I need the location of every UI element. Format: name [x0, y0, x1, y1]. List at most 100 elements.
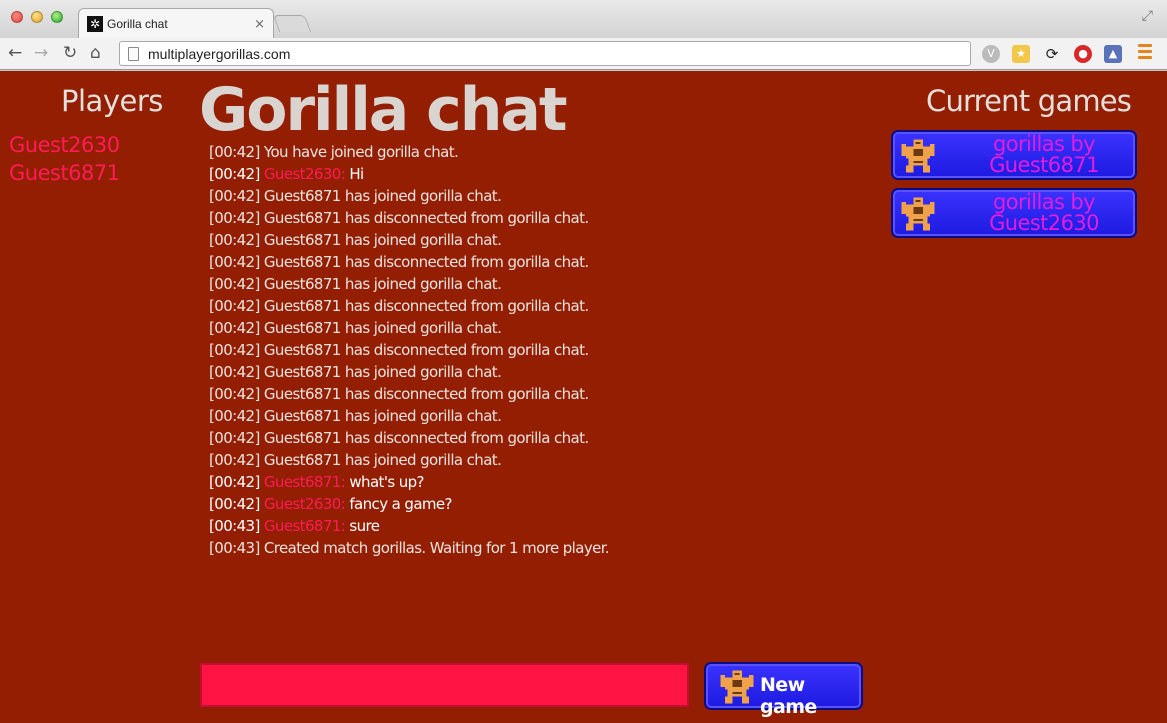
message-author: Guest2630: [263, 495, 346, 513]
message-text: Guest6871 has joined gorilla chat. [263, 363, 502, 381]
game-button[interactable]: gorillas by Guest2630 [891, 188, 1137, 238]
page-content: Players Guest2630 Guest6871 Gorilla chat … [0, 71, 1167, 723]
player-item[interactable]: Guest2630 [9, 131, 120, 159]
message-author: Guest6871: [263, 517, 346, 535]
message-text: Guest6871 has disconnected from gorilla … [263, 385, 589, 403]
reload-icon[interactable]: ↻ [63, 42, 77, 64]
chat-message: [00:42] Guest6871 has joined gorilla cha… [209, 449, 609, 471]
message-text: Guest6871 has disconnected from gorilla … [263, 341, 589, 359]
message-timestamp: [00:43] [209, 539, 260, 557]
message-text: Guest6871 has joined gorilla chat. [263, 187, 502, 205]
chat-message: [00:43] Created match gorillas. Waiting … [209, 537, 610, 559]
chat-message: [00:42] Guest6871 has disconnected from … [209, 339, 609, 361]
gorilla-icon [901, 197, 935, 231]
message-timestamp: [00:42] [209, 363, 260, 381]
extension-picture-icon[interactable]: ▲ [1104, 45, 1122, 63]
zoom-window-button[interactable] [51, 11, 63, 23]
extension-sync-icon[interactable]: ⟳ [1043, 45, 1061, 63]
chat-message: [00:42] Guest6871 has joined gorilla cha… [209, 229, 609, 251]
message-timestamp: [00:42] [209, 165, 260, 183]
message-timestamp: [00:42] [209, 473, 260, 491]
message-text: fancy a game? [349, 495, 452, 513]
chat-message: [00:42] Guest6871 has disconnected from … [209, 295, 609, 317]
message-timestamp: [00:42] [209, 187, 260, 205]
message-author: Guest2630: [263, 165, 346, 183]
message-text: Guest6871 has joined gorilla chat. [263, 231, 502, 249]
message-timestamp: [00:42] [209, 209, 260, 227]
message-timestamp: [00:42] [209, 231, 260, 249]
home-icon[interactable]: ⌂ [90, 42, 101, 64]
message-timestamp: [00:42] [209, 319, 260, 337]
message-text: Guest6871 has joined gorilla chat. [263, 451, 502, 469]
chat-message: [00:43] Guest6871: sure [209, 515, 609, 537]
gorilla-icon [901, 139, 935, 173]
message-text: Guest6871 has joined gorilla chat. [263, 407, 502, 425]
player-item[interactable]: Guest6871 [9, 159, 120, 187]
game-button[interactable]: gorillas by Guest6871 [891, 130, 1137, 180]
chat-message: [00:42] Guest6871 has disconnected from … [209, 207, 609, 229]
extension-v-icon[interactable]: V [982, 45, 1000, 63]
message-text: Guest6871 has disconnected from gorilla … [263, 209, 589, 227]
browser-titlebar: ✲ Gorilla chat × ⤢ [0, 0, 1167, 39]
message-timestamp: [00:42] [209, 385, 260, 403]
message-text: sure [349, 517, 380, 535]
chat-message: [00:42] Guest6871 has disconnected from … [209, 251, 609, 273]
extension-stop-icon[interactable]: ● [1074, 45, 1092, 63]
fullscreen-icon[interactable]: ⤢ [1142, 8, 1153, 24]
message-timestamp: [00:42] [209, 143, 260, 161]
hamburger-menu-icon[interactable] [1138, 44, 1152, 62]
browser-tab[interactable]: ✲ Gorilla chat × [78, 8, 274, 39]
message-text: Guest6871 has disconnected from gorilla … [263, 253, 589, 271]
chat-message: [00:42] Guest2630: Hi [209, 163, 609, 185]
message-timestamp: [00:42] [209, 429, 260, 447]
message-text: You have joined gorilla chat. [263, 143, 459, 161]
chat-message: [00:42] Guest2630: fancy a game? [209, 493, 609, 515]
tab-title: Gorilla chat [107, 17, 168, 31]
chat-message: [00:42] Guest6871 has joined gorilla cha… [209, 361, 609, 383]
chat-message: [00:42] Guest6871 has disconnected from … [209, 427, 609, 449]
message-text: Guest6871 has joined gorilla chat. [263, 275, 502, 293]
back-icon[interactable]: ← [8, 42, 22, 64]
message-timestamp: [00:42] [209, 275, 260, 293]
new-tab-button[interactable] [272, 15, 312, 32]
close-window-button[interactable] [11, 11, 23, 23]
url-text: multiplayergorillas.com [148, 45, 291, 62]
message-text: Guest6871 has disconnected from gorilla … [263, 297, 589, 315]
message-timestamp: [00:42] [209, 495, 260, 513]
chat-message: [00:42] Guest6871 has joined gorilla cha… [209, 273, 609, 295]
chat-message: [00:42] Guest6871: what's up? [209, 471, 609, 493]
address-bar[interactable]: multiplayergorillas.com [119, 41, 971, 66]
new-game-button[interactable]: New game [704, 662, 863, 718]
game-label: gorillas by Guest6871 [989, 132, 1099, 177]
message-timestamp: [00:42] [209, 341, 260, 359]
page-icon [128, 46, 139, 61]
chat-input[interactable] [200, 663, 689, 707]
chat-message: [00:42] Guest6871 has joined gorilla cha… [209, 185, 609, 207]
player-list: Guest2630 Guest6871 [9, 131, 120, 187]
current-games-heading: Current games [926, 84, 1132, 118]
extension-star-icon[interactable]: ★ [1012, 45, 1030, 63]
new-game-label: New game [760, 674, 817, 718]
forward-icon[interactable]: → [34, 42, 48, 64]
minimize-window-button[interactable] [31, 11, 43, 23]
message-text: Guest6871 has disconnected from gorilla … [263, 429, 589, 447]
message-timestamp: [00:42] [209, 297, 260, 315]
chat-message: [00:42] Guest6871 has disconnected from … [209, 383, 609, 405]
chat-message: [00:42] You have joined gorilla chat. [209, 141, 609, 163]
tab-close-icon[interactable]: × [254, 17, 265, 32]
game-label: gorillas by Guest2630 [989, 190, 1099, 235]
players-heading: Players [61, 84, 163, 118]
page-title: Gorilla chat [199, 75, 568, 145]
chat-message: [00:42] Guest6871 has joined gorilla cha… [209, 317, 609, 339]
message-timestamp: [00:42] [209, 253, 260, 271]
message-timestamp: [00:42] [209, 407, 260, 425]
message-text: Guest6871 has joined gorilla chat. [263, 319, 502, 337]
message-text: Created match gorillas. Waiting for 1 mo… [263, 539, 610, 557]
chat-message: [00:42] Guest6871 has joined gorilla cha… [209, 405, 609, 427]
message-timestamp: [00:42] [209, 451, 260, 469]
gorilla-favicon-icon: ✲ [87, 16, 103, 32]
message-author: Guest6871: [263, 473, 346, 491]
message-text: what's up? [349, 473, 424, 491]
chat-log: [00:42] You have joined gorilla chat. [00… [209, 141, 610, 559]
message-timestamp: [00:43] [209, 517, 260, 535]
